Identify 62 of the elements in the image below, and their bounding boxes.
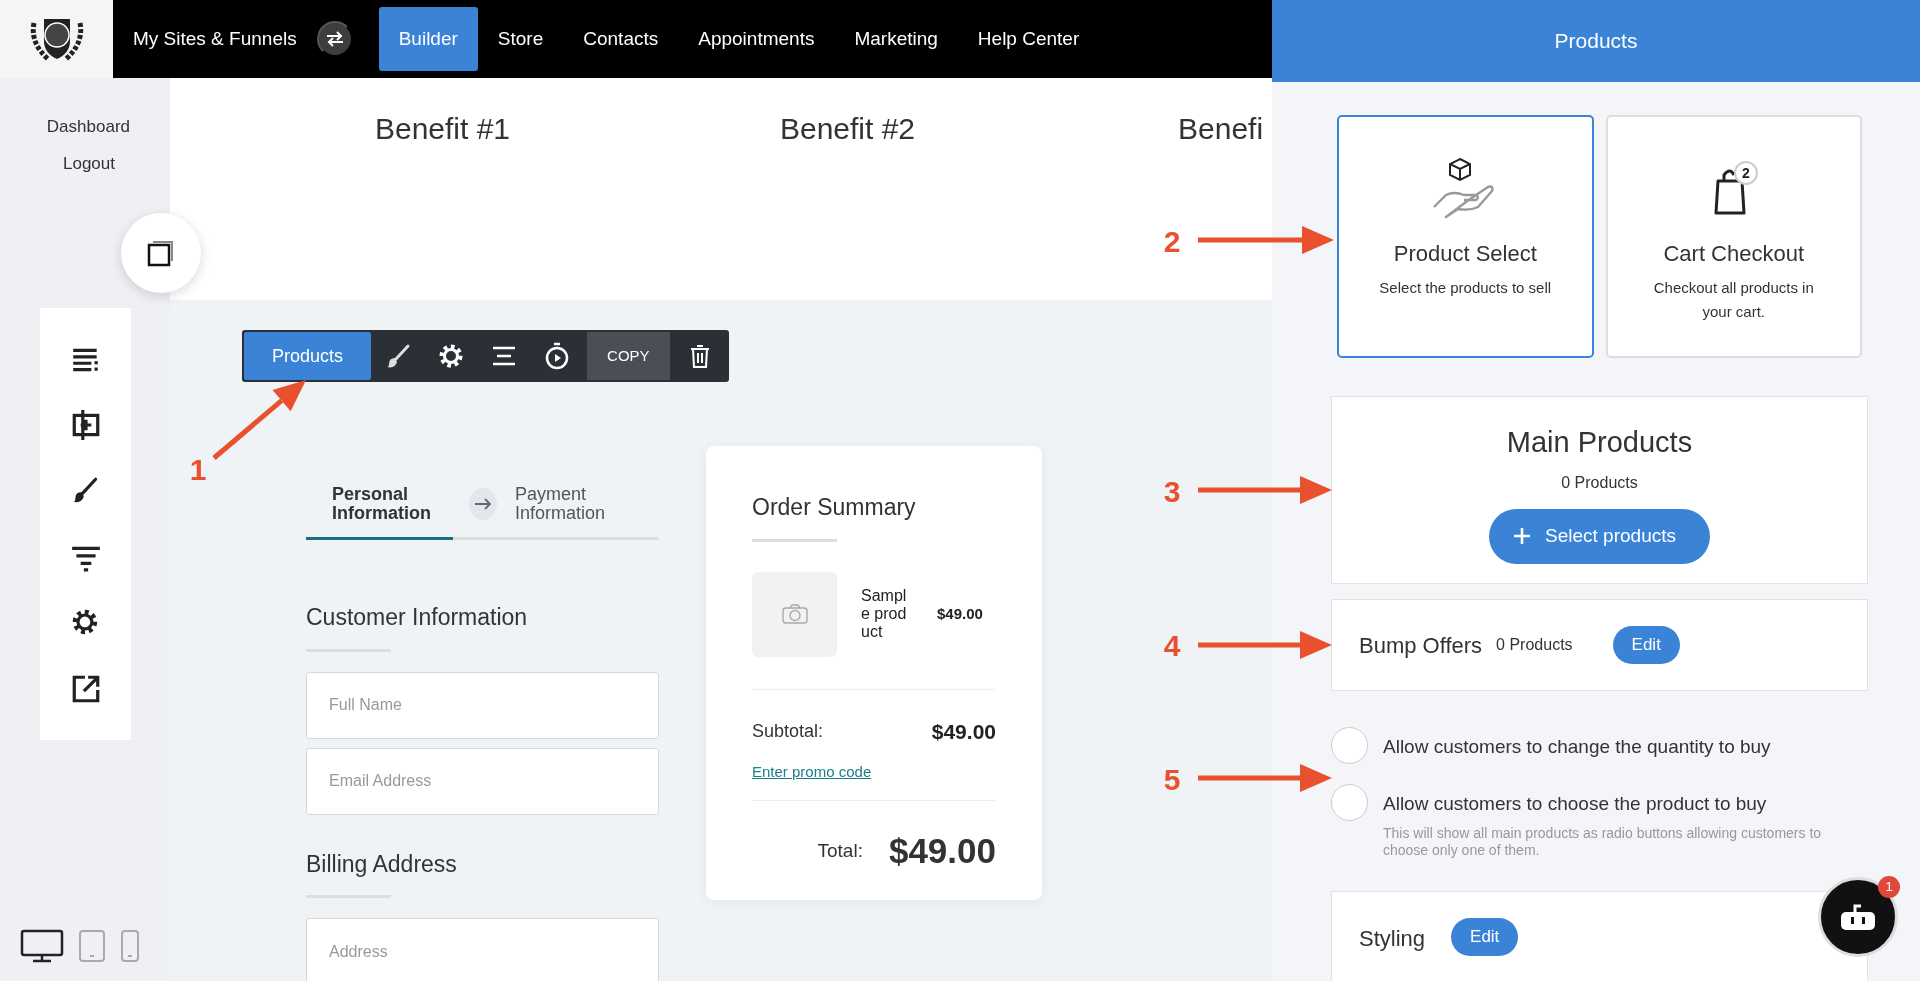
form-heading: Billing Address: [306, 849, 458, 879]
step-tab[interactable]: Personal Information: [306, 482, 454, 540]
checkout-type-card[interactable]: 2 Cart Checkout Checkout all products in your cart.: [1605, 115, 1862, 358]
option-label: Allow customers to choose the product to buy: [1383, 792, 1768, 816]
checkout-type-card[interactable]: Product Select Select the products to sell: [1337, 115, 1594, 358]
card-title: Bump Offers: [1359, 631, 1483, 660]
edit-button[interactable]: Edit: [1612, 626, 1680, 664]
nav-link[interactable]: Builder: [378, 6, 478, 72]
product-count: 0 Products: [1496, 635, 1573, 655]
nav-link[interactable]: Appointments: [678, 6, 835, 72]
card-description: Select the products to sell: [1378, 278, 1553, 298]
section-heading: Benefit #1: [374, 112, 511, 145]
card-title: Cart Checkout: [1663, 240, 1805, 268]
desktop-icon[interactable]: [20, 929, 64, 963]
sidebar-link[interactable]: Logout: [46, 145, 170, 182]
step-tab[interactable]: Payment Information: [515, 480, 659, 539]
camera-icon: [781, 604, 808, 624]
round-checkbox[interactable]: [1331, 727, 1368, 764]
panel-header: Products: [1272, 0, 1920, 82]
nav-link[interactable]: Marketing: [834, 6, 958, 72]
subtotal-value: $49.00: [931, 718, 996, 745]
step-number: 1: [189, 453, 207, 486]
card-title: Main Products: [1506, 425, 1693, 460]
nav-link[interactable]: Contacts: [563, 6, 679, 72]
sidebar-link[interactable]: Dashboard: [46, 108, 170, 145]
products-button[interactable]: Products: [244, 332, 372, 380]
nav-link[interactable]: My Sites & Funnels: [113, 6, 317, 72]
nav-link[interactable]: Help Center: [957, 6, 1100, 72]
card-title: Styling: [1359, 924, 1426, 953]
section-heading: Benefi: [1178, 112, 1264, 145]
copy-button[interactable]: COPY: [587, 332, 670, 380]
swap-icon: [324, 30, 345, 48]
promo-code-link[interactable]: Enter promo code: [752, 761, 872, 784]
robot-icon: [1839, 902, 1877, 932]
window-icon: [146, 238, 176, 268]
total-label: Total:: [817, 839, 863, 863]
step-number: 5: [1163, 763, 1181, 796]
form-heading: Customer Information: [306, 603, 529, 632]
step-number: 4: [1163, 629, 1181, 662]
input-field[interactable]: Address: [306, 918, 659, 981]
card-title: Product Select: [1393, 240, 1537, 268]
option-hint: This will show all main products as radio buttons allowing customers to choose only one of them.: [1383, 824, 1823, 859]
step-number: 2: [1163, 225, 1181, 258]
plus-icon: [1513, 527, 1531, 545]
arrow-icon: [474, 496, 493, 511]
product-price: $49.00: [937, 603, 983, 624]
product-name: Sample product: [861, 587, 908, 641]
select-products-button[interactable]: Select products: [1489, 508, 1710, 564]
step-number: 3: [1163, 475, 1181, 508]
input-field[interactable]: Full Name: [306, 671, 659, 739]
nav-link[interactable]: Store: [477, 6, 564, 72]
section-heading: Benefit #2: [779, 112, 916, 145]
edit-button[interactable]: Edit: [1451, 917, 1519, 956]
card-title: Order Summary: [752, 493, 917, 522]
option-label: Allow customers to change the quantity to buy: [1383, 735, 1771, 759]
input-field[interactable]: Email Address: [306, 747, 659, 815]
card-description: Checkout all products in your cart.: [1652, 278, 1815, 322]
window-button[interactable]: [121, 213, 201, 293]
round-checkbox[interactable]: [1331, 784, 1368, 821]
subtotal-label: Subtotal:: [752, 719, 824, 743]
product-count: 0 Products: [1561, 472, 1638, 493]
total-value: $49.00: [888, 830, 996, 872]
